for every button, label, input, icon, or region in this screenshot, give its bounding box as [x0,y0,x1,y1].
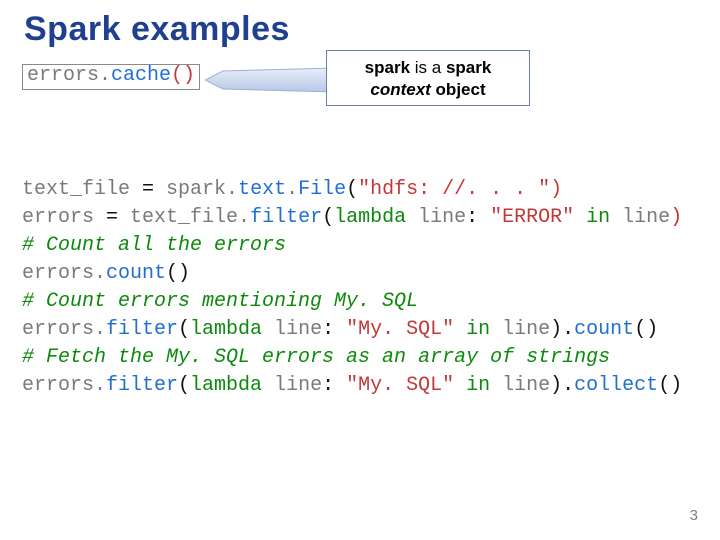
code-frag: line [274,374,322,397]
code-frag: errors [22,206,106,229]
code-frag: lambda [190,374,274,397]
code-frag: : [466,206,490,229]
cache-code-box: errors.cache() [22,64,200,90]
callout-box: spark is a spark context object [326,50,530,106]
code-frag: () [634,318,658,341]
code-frag: lambda [190,318,274,341]
slide-title: Spark examples [24,10,290,49]
code-frag: ). [550,318,574,341]
code-frag: ( [178,374,190,397]
code-frag: line [502,318,550,341]
code-frag: () [171,64,195,87]
code-frag: line [502,374,550,397]
code-frag: # Count errors mentioning My. SQL [22,290,418,313]
code-frag: in [466,374,502,397]
code-frag: in [466,318,502,341]
callout-text: object [431,80,486,99]
code-line: # Count errors mentioning My. SQL [22,290,418,313]
code-frag: "ERROR" [490,206,586,229]
code-frag: # Fetch the My. SQL errors as an array o… [22,346,610,369]
code-frag: ( [322,206,334,229]
code-line: errors.filter(lambda line: "My. SQL" in … [22,374,682,397]
code-frag: errors. [22,374,106,397]
callout-text: context [370,80,430,99]
code-frag: : [322,374,346,397]
code-line: errors.filter(lambda line: "My. SQL" in … [22,318,658,341]
code-frag: text_file. [130,206,250,229]
code-frag: "hdfs: //. . . " [358,178,550,201]
callout-line-1: spark is a spark [327,57,529,79]
code-frag: = [142,178,166,201]
code-frag: errors. [27,64,111,87]
code-line: text_file = spark.text.File("hdfs: //. .… [22,178,562,201]
code-frag: # Count all the errors [22,234,286,257]
code-frag: text_file [22,178,142,201]
code-frag: line [622,206,670,229]
callout-text: spark [365,58,410,77]
code-frag: collect [574,374,658,397]
code-frag: in [586,206,622,229]
code-frag: ) [670,206,682,229]
code-frag: = [106,206,130,229]
page-number: 3 [690,507,698,524]
code-frag: File [298,178,346,201]
code-frag: : [322,318,346,341]
code-line: # Fetch the My. SQL errors as an array o… [22,346,610,369]
slide: Spark examples errors.cache() spark is a… [0,0,720,540]
code-frag: count [106,262,166,285]
code-line: # Count all the errors [22,234,286,257]
code-frag: () [166,262,190,285]
code-frag: . [286,178,298,201]
code-frag: line [418,206,466,229]
code-frag: spark. [166,178,238,201]
code-line: errors = text_file.filter(lambda line: "… [22,206,682,229]
code-frag: count [574,318,634,341]
code-frag: () [658,374,682,397]
code-frag: filter [250,206,322,229]
code-frag: "My. SQL" [346,318,466,341]
code-frag: ( [178,318,190,341]
code-frag: filter [106,318,178,341]
code-frag: ( [346,178,358,201]
code-frag: filter [106,374,178,397]
code-block: text_file = spark.text.File("hdfs: //. .… [22,148,682,400]
code-frag: errors. [22,262,106,285]
code-frag: line [274,318,322,341]
callout-text: spark [446,58,491,77]
callout-text: is a [410,58,446,77]
code-frag: text [238,178,286,201]
callout-arrow-icon [205,62,335,110]
code-frag: cache [111,64,171,87]
code-frag: "My. SQL" [346,374,466,397]
callout-line-2: context object [327,79,529,101]
code-frag: errors. [22,318,106,341]
code-frag: lambda [334,206,418,229]
code-frag: ). [550,374,574,397]
code-frag: ) [550,178,562,201]
code-line: errors.count() [22,262,190,285]
